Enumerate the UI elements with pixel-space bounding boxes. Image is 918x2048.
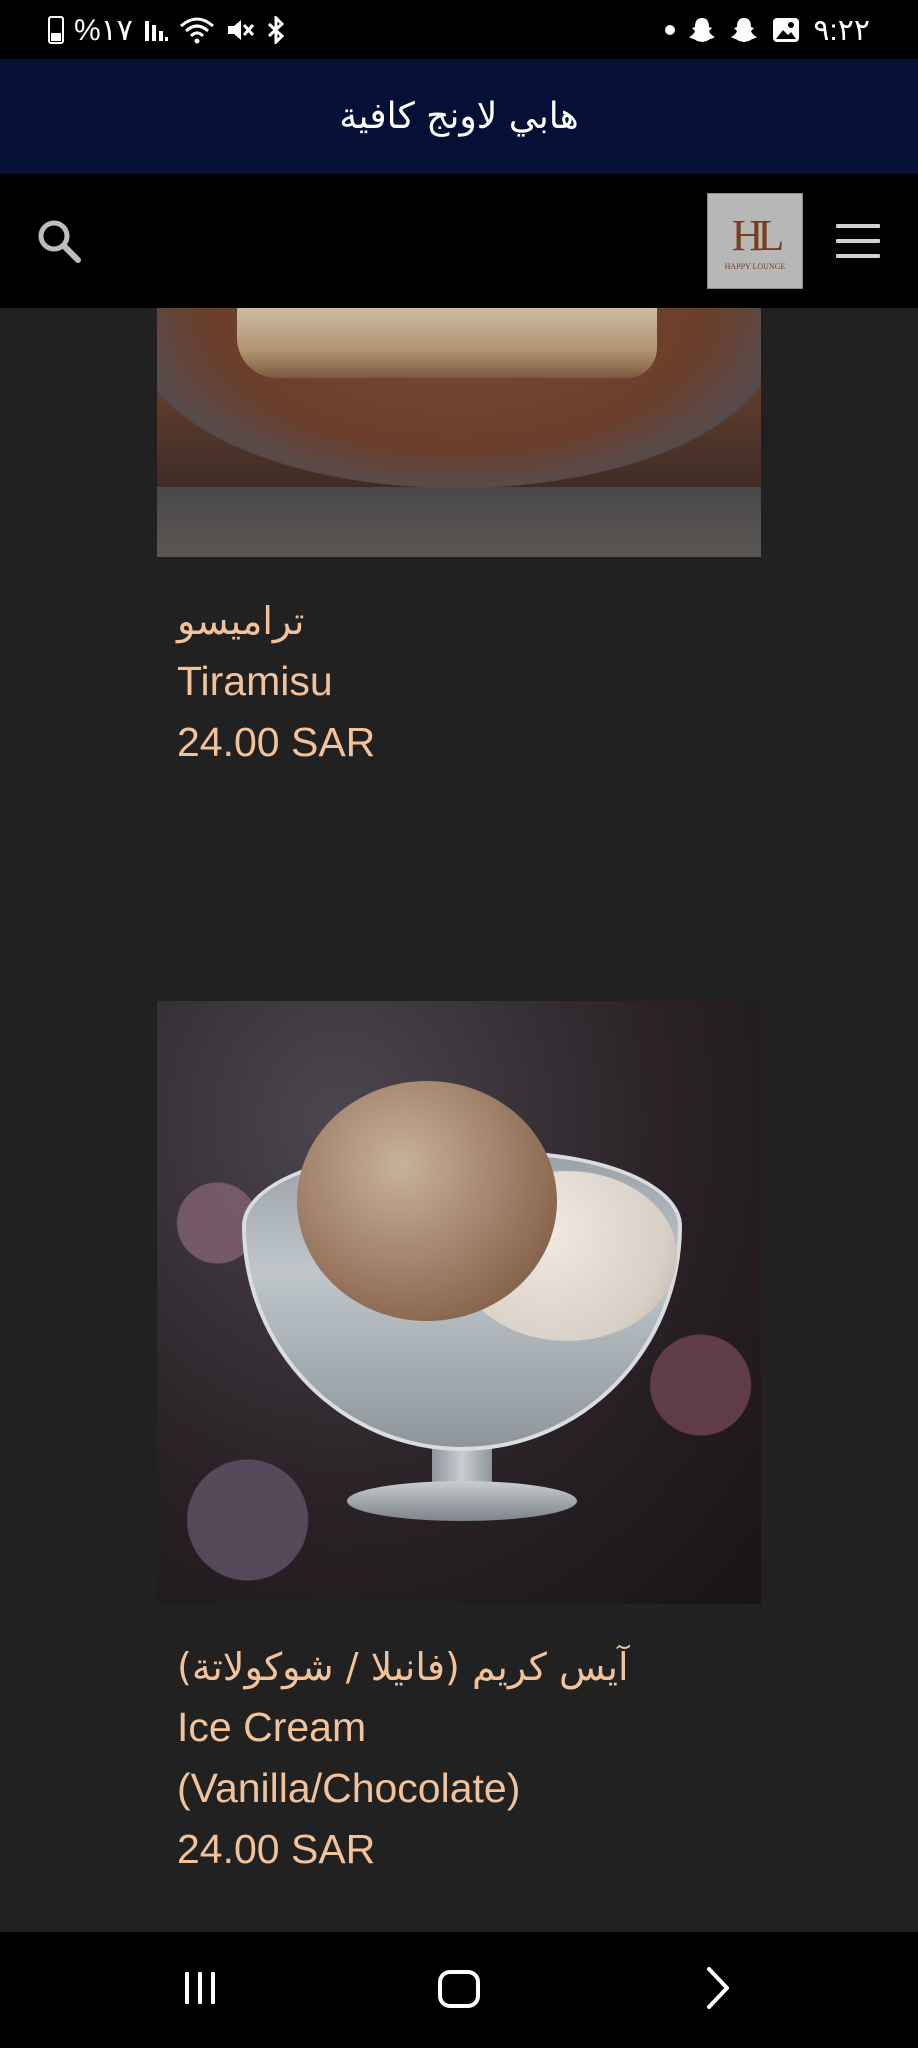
page-title: هابي لاونج كافية	[339, 96, 579, 137]
search-icon	[38, 220, 81, 263]
hamburger-menu-button[interactable]	[832, 218, 884, 264]
gallery-icon	[771, 15, 801, 45]
menu-item-ice-cream[interactable]: آيس كريم (فانيلا / شوكولاتة) Ice Cream (…	[0, 1001, 918, 1932]
title-banner: هابي لاونج كافية	[0, 59, 918, 174]
menu-line	[836, 239, 880, 243]
home-button[interactable]	[438, 1970, 480, 2008]
notification-dot-icon	[665, 25, 676, 35]
logo[interactable]: HL HAPPY LOUNGE	[707, 193, 803, 289]
bowl-base	[347, 1481, 577, 1521]
signal-icon	[143, 17, 169, 43]
recents-icon	[211, 1972, 215, 2004]
item-name-arabic: آيس كريم (فانيلا / شوكولاتة)	[177, 1645, 629, 1689]
cake-shape	[237, 308, 657, 378]
tiramisu-image[interactable]	[157, 308, 761, 557]
back-button[interactable]	[690, 1960, 746, 2016]
menu-line	[836, 224, 880, 228]
search-button[interactable]	[30, 212, 88, 270]
status-left: %١٧	[48, 10, 287, 50]
status-right: ٩:٢٢	[665, 10, 870, 50]
logo-mark: HL	[731, 210, 785, 260]
battery-icon	[48, 16, 64, 44]
battery-percent: %١٧	[74, 13, 133, 47]
bluetooth-icon	[265, 16, 287, 44]
clock: ٩:٢٢	[813, 13, 870, 47]
item-price: 24.00 SAR	[177, 1826, 376, 1872]
recents-icon	[185, 1972, 189, 2004]
recents-button[interactable]	[165, 1960, 235, 2016]
item-price: 24.00 SAR	[177, 719, 376, 765]
item-text: آيس كريم (فانيلا / شوكولاتة) Ice Cream (…	[177, 1637, 777, 1880]
snapchat-icon	[729, 15, 759, 45]
nav-bar: HL HAPPY LOUNGE	[0, 174, 918, 308]
item-name-english: Ice Cream (Vanilla/Chocolate)	[177, 1704, 521, 1811]
system-navigation-bar	[0, 1932, 918, 2048]
chocolate-scoop	[297, 1081, 557, 1321]
recents-icon	[198, 1972, 202, 2004]
item-name-english: Tiramisu	[177, 658, 333, 704]
item-name-arabic: تراميسو	[177, 599, 305, 643]
mute-icon	[225, 16, 255, 44]
ice-cream-image[interactable]	[157, 1001, 761, 1604]
menu-item-tiramisu[interactable]: تراميسو Tiramisu 24.00 SAR	[0, 308, 918, 868]
item-text: تراميسو Tiramisu 24.00 SAR	[177, 591, 777, 773]
logo-text: HAPPY LOUNGE	[724, 261, 786, 271]
wifi-icon	[179, 16, 215, 44]
tablecloth-shape	[157, 487, 761, 557]
snapchat-icon	[687, 15, 717, 45]
back-icon	[707, 1967, 729, 2009]
menu-line	[836, 254, 880, 258]
status-bar: %١٧ ٩:٢٢	[0, 0, 918, 59]
menu-list: تراميسو Tiramisu 24.00 SAR آيس كريم (فان…	[0, 308, 918, 1932]
